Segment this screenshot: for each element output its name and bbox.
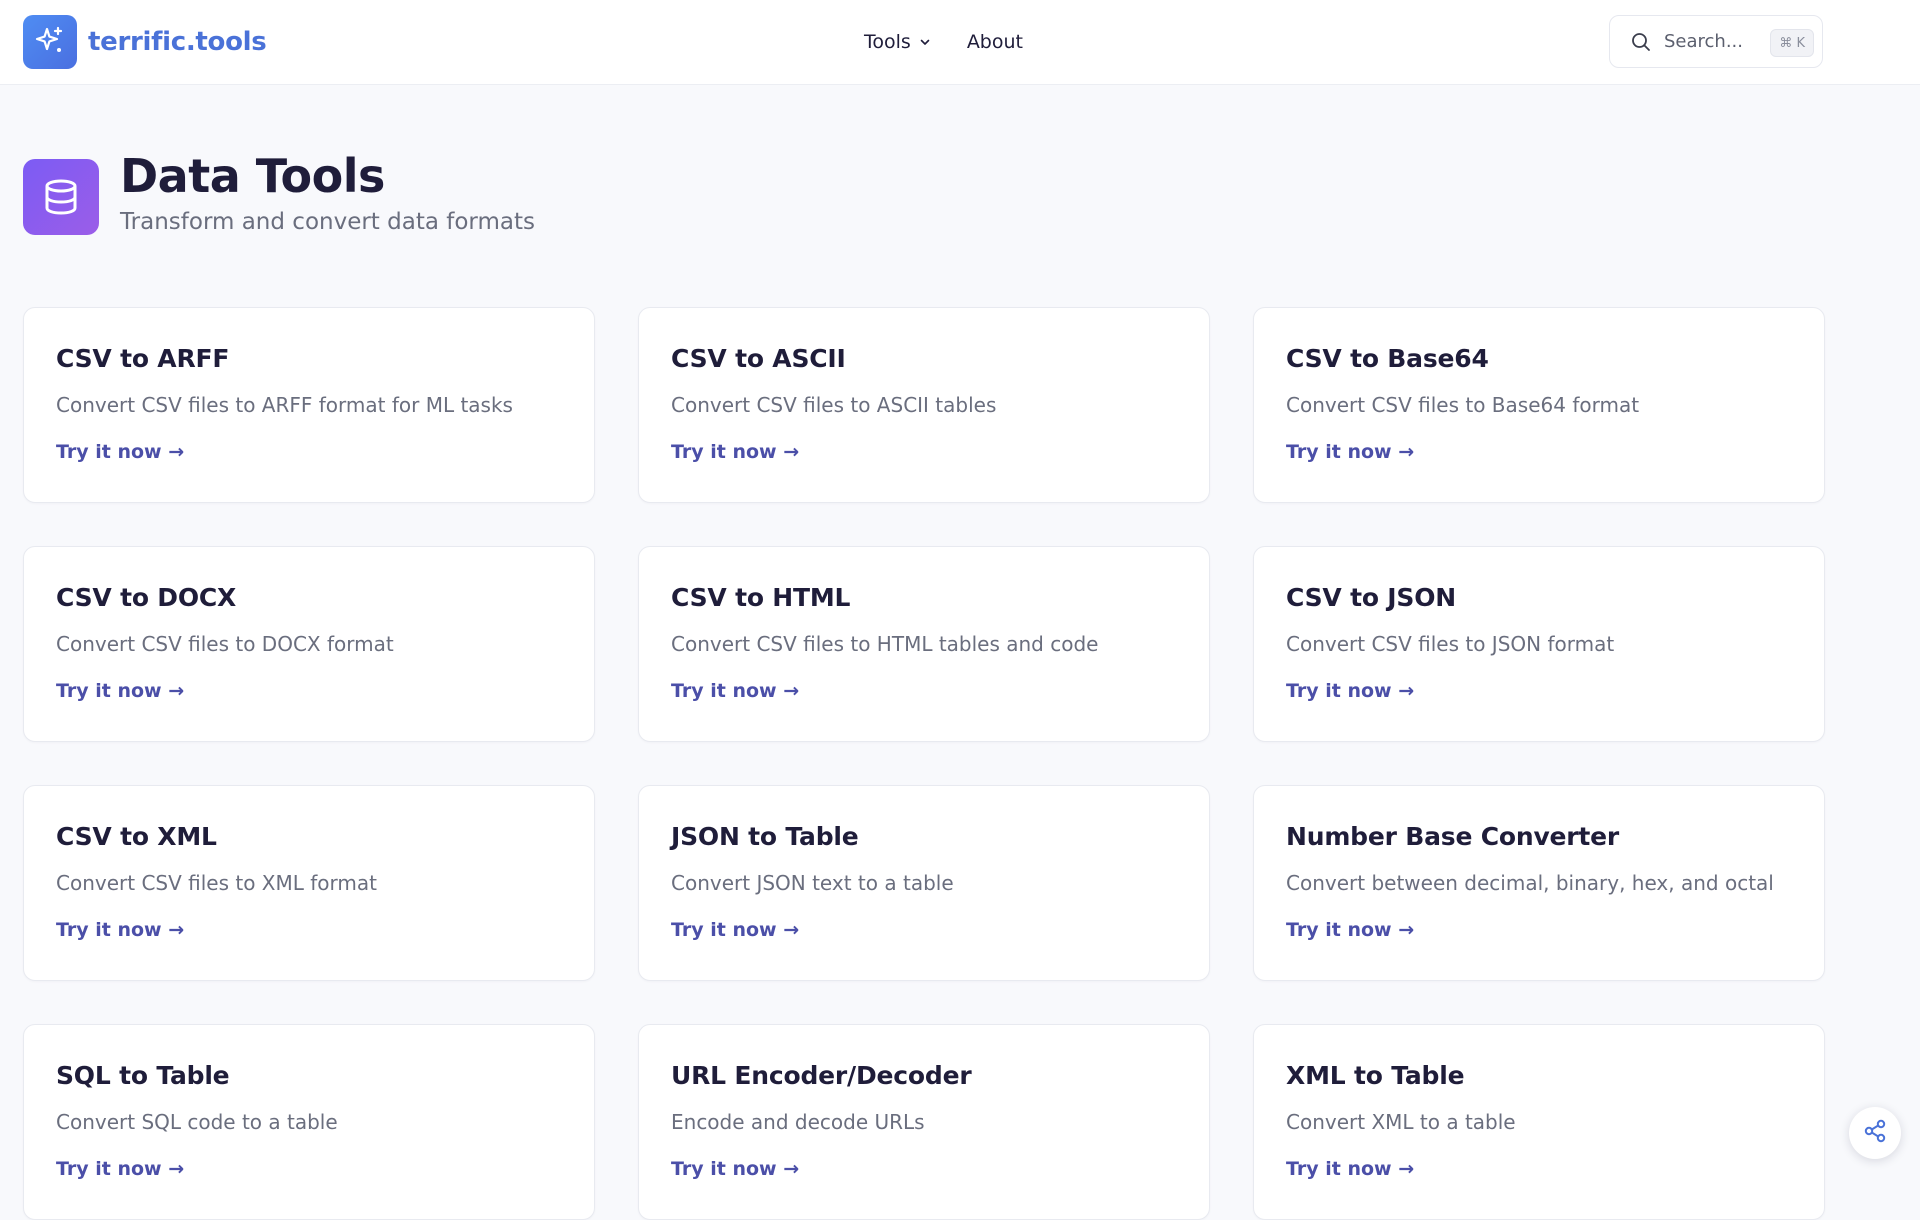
share-button[interactable]: [1849, 1107, 1901, 1159]
try-it-now-link[interactable]: Try it now →: [56, 680, 184, 702]
chevron-down-icon: [919, 36, 931, 48]
tool-card-title: CSV to JSON: [1286, 583, 1456, 612]
try-it-now-link[interactable]: Try it now →: [671, 441, 799, 463]
tool-card[interactable]: Number Base Converter Convert between de…: [1253, 785, 1825, 981]
tool-card-description: Convert CSV files to HTML tables and cod…: [671, 632, 1099, 656]
tool-card[interactable]: CSV to JSON Convert CSV files to JSON fo…: [1253, 546, 1825, 742]
tool-card[interactable]: CSV to Base64 Convert CSV files to Base6…: [1253, 307, 1825, 503]
search-input[interactable]: [1662, 30, 1766, 53]
tool-card-title: CSV to ASCII: [671, 344, 846, 373]
page-title: Data Tools: [120, 149, 385, 203]
tool-card-description: Convert CSV files to JSON format: [1286, 632, 1615, 656]
tool-card-title: Number Base Converter: [1286, 822, 1620, 851]
search-icon: [1630, 31, 1652, 53]
tool-card[interactable]: SQL to Table Convert SQL code to a table…: [23, 1024, 595, 1220]
tool-card[interactable]: URL Encoder/Decoder Encode and decode UR…: [638, 1024, 1210, 1220]
try-it-now-link[interactable]: Try it now →: [56, 1158, 184, 1180]
tool-card-title: CSV to DOCX: [56, 583, 237, 612]
logo-link[interactable]: terrific.tools: [23, 15, 267, 69]
tool-card-description: Convert CSV files to XML format: [56, 871, 377, 895]
try-it-now-link[interactable]: Try it now →: [671, 680, 799, 702]
tool-card-description: Convert CSV files to ARFF format for ML …: [56, 393, 513, 417]
tool-card-title: JSON to Table: [671, 822, 859, 851]
tool-card-description: Convert CSV files to ASCII tables: [671, 393, 997, 417]
try-it-now-link[interactable]: Try it now →: [671, 1158, 799, 1180]
tool-card-description: Convert CSV files to DOCX format: [56, 632, 394, 656]
tool-card-title: CSV to ARFF: [56, 344, 230, 373]
nav-tools[interactable]: Tools: [846, 17, 949, 67]
page-subtitle: Transform and convert data formats: [120, 209, 535, 235]
tool-card-title: URL Encoder/Decoder: [671, 1061, 972, 1090]
tool-card[interactable]: JSON to Table Convert JSON text to a tab…: [638, 785, 1210, 981]
tool-card-title: CSV to HTML: [671, 583, 851, 612]
try-it-now-link[interactable]: Try it now →: [1286, 441, 1414, 463]
nav-about[interactable]: About: [949, 17, 1041, 67]
tool-card[interactable]: CSV to ASCII Convert CSV files to ASCII …: [638, 307, 1210, 503]
tool-card-description: Convert JSON text to a table: [671, 871, 954, 895]
try-it-now-link[interactable]: Try it now →: [56, 919, 184, 941]
tool-card-description: Encode and decode URLs: [671, 1110, 925, 1134]
try-it-now-link[interactable]: Try it now →: [1286, 919, 1414, 941]
try-it-now-link[interactable]: Try it now →: [671, 919, 799, 941]
tool-card-title: CSV to Base64: [1286, 344, 1489, 373]
tool-card[interactable]: CSV to ARFF Convert CSV files to ARFF fo…: [23, 307, 595, 503]
top-header: terrific.tools Tools About ⌘ K: [0, 0, 1920, 85]
try-it-now-link[interactable]: Try it now →: [1286, 1158, 1414, 1180]
logo-text: terrific.tools: [88, 27, 267, 57]
tool-card-description: Convert CSV files to Base64 format: [1286, 393, 1640, 417]
tool-card-title: SQL to Table: [56, 1061, 230, 1090]
nav-about-label: About: [966, 31, 1023, 53]
tool-card-title: CSV to XML: [56, 822, 217, 851]
tool-card[interactable]: CSV to DOCX Convert CSV files to DOCX fo…: [23, 546, 595, 742]
keyboard-shortcut-badge: ⌘ K: [1770, 29, 1814, 57]
try-it-now-link[interactable]: Try it now →: [1286, 680, 1414, 702]
nav-tools-label: Tools: [864, 31, 911, 53]
tool-card-description: Convert XML to a table: [1286, 1110, 1516, 1134]
share-icon: [1862, 1118, 1888, 1148]
tool-card[interactable]: CSV to XML Convert CSV files to XML form…: [23, 785, 595, 981]
tool-card-description: Convert between decimal, binary, hex, an…: [1286, 871, 1774, 895]
tool-card-title: XML to Table: [1286, 1061, 1465, 1090]
main-nav: Tools About: [846, 17, 1041, 67]
try-it-now-link[interactable]: Try it now →: [56, 441, 184, 463]
tool-grid: CSV to ARFF Convert CSV files to ARFF fo…: [23, 307, 1825, 1220]
tool-card-description: Convert SQL code to a table: [56, 1110, 338, 1134]
sparkles-icon: [23, 15, 77, 69]
tool-card[interactable]: CSV to HTML Convert CSV files to HTML ta…: [638, 546, 1210, 742]
database-icon: [23, 159, 99, 235]
search-box[interactable]: ⌘ K: [1609, 15, 1823, 68]
tool-card[interactable]: XML to Table Convert XML to a table Try …: [1253, 1024, 1825, 1220]
